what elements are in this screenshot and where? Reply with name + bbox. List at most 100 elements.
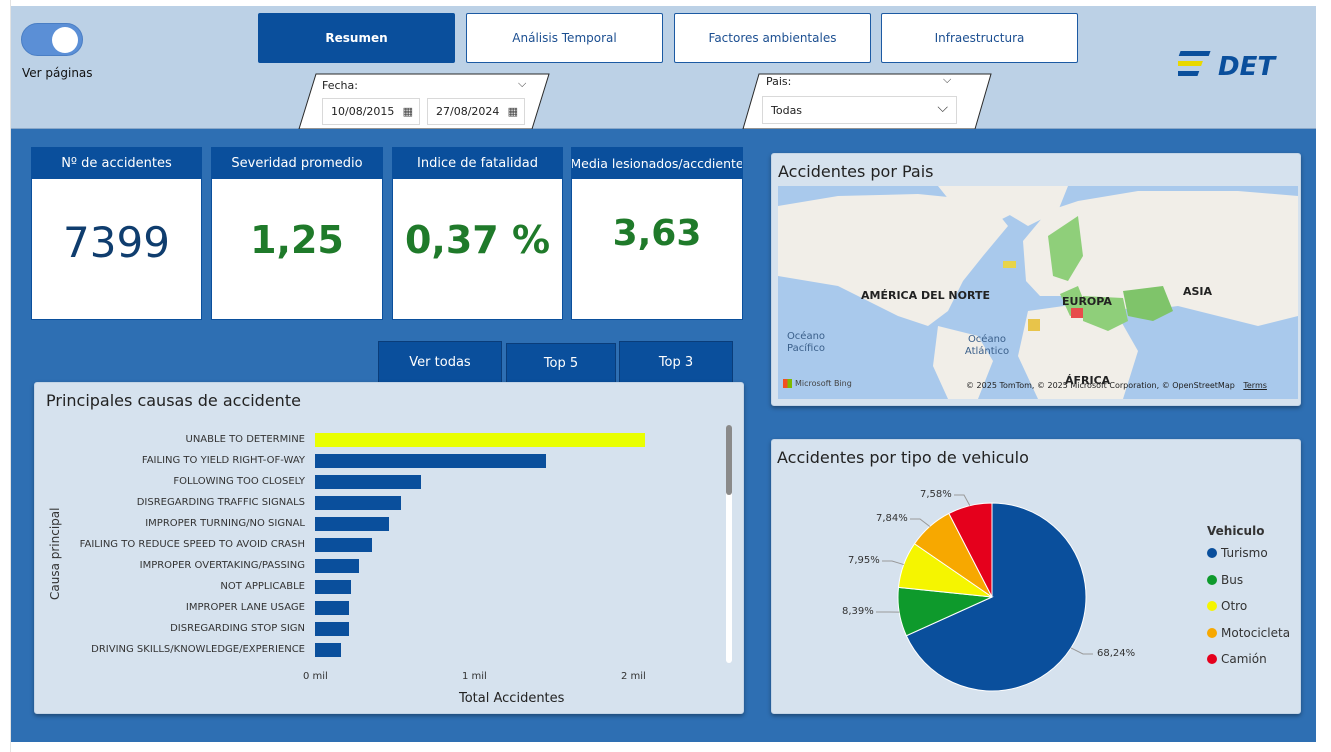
bar-category-label: FAILING TO REDUCE SPEED TO AVOID CRASH — [79, 539, 305, 550]
legend-label: Turismo — [1221, 546, 1268, 560]
date-slicer-label: Fecha: — [322, 79, 358, 92]
legend-dot — [1207, 601, 1217, 611]
map-label-atlantic: Océano Atlántico — [964, 334, 1010, 357]
bar-category-label: IMPROPER LANE USAGE — [185, 602, 305, 613]
legend-label: Otro — [1221, 599, 1248, 613]
kpi-value: 3,63 — [612, 213, 702, 254]
date-end-value: 27/08/2024 — [436, 105, 500, 118]
kpi-card-lesionados: Media lesionados/accdiente 3,63 — [571, 147, 743, 320]
bing-text: Microsoft Bing — [795, 379, 852, 388]
attribution-text[interactable]: © 2025 TomTom, © 2025 Microsoft Corporat… — [966, 381, 1235, 390]
kpi-title: Media lesionados/accdiente — [572, 148, 742, 179]
bar-category-label: DRIVING SKILLS/KNOWLEDGE/EXPERIENCE — [91, 644, 305, 655]
legend-item[interactable]: Bus — [1207, 573, 1243, 587]
calendar-icon[interactable]: ▦ — [508, 105, 518, 118]
date-slicer[interactable]: Fecha: ⌵ 10/08/2015 ▦ 27/08/2024 ▦ — [316, 73, 536, 129]
bar-category-label: UNABLE TO DETERMINE — [185, 434, 306, 445]
bar-category-label: DISREGARDING STOP SIGN — [170, 623, 305, 634]
x-tick-label: 0 mil — [303, 671, 328, 682]
kpi-title: Severidad promedio — [212, 148, 382, 179]
bar[interactable] — [315, 454, 547, 468]
bar[interactable] — [315, 643, 342, 657]
nav-infraestructura-button[interactable]: Infraestructura — [881, 13, 1078, 63]
bar[interactable] — [315, 538, 373, 552]
legend-dot — [1207, 574, 1217, 585]
bar[interactable] — [315, 517, 390, 531]
tab-top-5[interactable]: Top 5 — [506, 343, 616, 383]
map-label-europe: EUROPA — [1062, 295, 1112, 308]
bar[interactable] — [315, 433, 645, 447]
legend-item[interactable]: Otro — [1207, 599, 1247, 613]
bar[interactable] — [315, 496, 402, 510]
bar-category-label: IMPROPER OVERTAKING/PASSING — [139, 560, 305, 571]
bar-category-label: IMPROPER TURNING/NO SIGNAL — [145, 518, 305, 529]
country-slicer-label: Pais: — [766, 75, 792, 88]
map-title: Accidentes por Pais — [778, 162, 934, 181]
legend-dot — [1207, 548, 1217, 558]
scrollbar-thumb[interactable] — [726, 425, 732, 495]
kpi-title: Nº de accidentes — [32, 148, 201, 179]
bar[interactable] — [315, 622, 350, 636]
kpi-value: 7399 — [63, 218, 170, 267]
country-value: Todas — [771, 103, 803, 117]
terms-link[interactable]: Terms — [1243, 381, 1267, 390]
legend-item[interactable]: Turismo — [1207, 546, 1268, 560]
legend-title: Vehiculo — [1207, 524, 1265, 538]
legend-dot — [1207, 654, 1217, 664]
chart-scrollbar[interactable] — [726, 425, 732, 663]
bar-category-label: DISREGARDING TRAFFIC SIGNALS — [136, 497, 305, 508]
bar[interactable] — [315, 601, 350, 615]
top-bar — [11, 6, 1316, 129]
det-logo: DET — [1178, 51, 1277, 82]
country-slicer[interactable]: Pais: ⌵ Todas ⌵ — [760, 73, 965, 129]
legend-dot — [1207, 627, 1217, 638]
pie-leader-line — [882, 560, 904, 566]
tab-ver-todas[interactable]: Ver todas — [378, 341, 502, 383]
chevron-down-icon[interactable]: ⌵ — [943, 73, 951, 87]
legend-item[interactable]: Camión — [1207, 652, 1267, 666]
bar[interactable] — [315, 475, 422, 489]
chevron-down-icon[interactable]: ⌵ — [518, 77, 526, 91]
kpi-card-accidentes: Nº de accidentes 7399 — [31, 147, 202, 320]
bar-category-label: FOLLOWING TOO CLOSELY — [173, 476, 305, 487]
microsoft-logo-icon — [783, 379, 792, 388]
country-map[interactable]: AMÉRICA DEL NORTE EUROPA ASIA ÁFRICA Océ… — [778, 186, 1298, 399]
map-label-asia: ASIA — [1183, 285, 1213, 298]
date-end-input[interactable]: 27/08/2024 ▦ — [427, 98, 525, 125]
legend-label: Bus — [1221, 572, 1244, 587]
map-attribution: © 2025 TomTom, © 2025 Microsoft Corporat… — [966, 381, 1267, 390]
nav-resumen-button[interactable]: Resumen — [258, 13, 455, 63]
legend-label: Camión — [1221, 652, 1267, 666]
pie-data-label: 7,95% — [848, 555, 880, 566]
pie-data-label: 7,84% — [876, 513, 908, 524]
bar[interactable] — [315, 559, 359, 573]
x-axis-title: Total Accidentes — [459, 691, 565, 706]
left-edge — [0, 0, 11, 752]
calendar-icon[interactable]: ▦ — [403, 105, 413, 118]
nav-factores-ambientales-button[interactable]: Factores ambientales — [674, 13, 871, 63]
x-tick-label: 1 mil — [462, 671, 487, 682]
country-select[interactable]: Todas ⌵ — [762, 96, 957, 124]
map-panel: Accidentes por Pais AMÉRICA DEL NORTE EU… — [771, 153, 1301, 406]
bar[interactable] — [315, 580, 351, 594]
kpi-card-severidad: Severidad promedio 1,25 — [211, 147, 383, 320]
chevron-down-icon[interactable]: ⌵ — [937, 100, 948, 116]
toggle-knob — [52, 27, 78, 53]
causes-chart-panel: Principales causas de accidente Causa pr… — [34, 382, 744, 714]
pages-toggle[interactable] — [21, 23, 83, 56]
date-start-input[interactable]: 10/08/2015 ▦ — [322, 98, 420, 125]
bar-category-label: NOT APPLICABLE — [220, 581, 305, 592]
toggle-label: Ver páginas — [22, 66, 93, 80]
tab-top-3[interactable]: Top 3 — [619, 341, 733, 383]
legend-label: Motocicleta — [1221, 625, 1291, 640]
y-axis-title-wrap: Causa principal — [47, 508, 63, 600]
pie-leader-line — [910, 518, 931, 527]
legend-item[interactable]: Motocicleta — [1207, 626, 1290, 640]
x-tick-label: 2 mil — [621, 671, 646, 682]
pie-data-label: 8,39% — [842, 606, 874, 617]
map-label-pacific: Océano Pacífico — [786, 331, 826, 354]
nav-analisis-temporal-button[interactable]: Análisis Temporal — [466, 13, 663, 63]
vehicle-chart-panel: Accidentes por tipo de vehiculo 68,24% 8,… — [771, 439, 1301, 714]
pie-leader-line — [1070, 647, 1093, 655]
map-label-north-america: AMÉRICA DEL NORTE — [861, 289, 990, 302]
